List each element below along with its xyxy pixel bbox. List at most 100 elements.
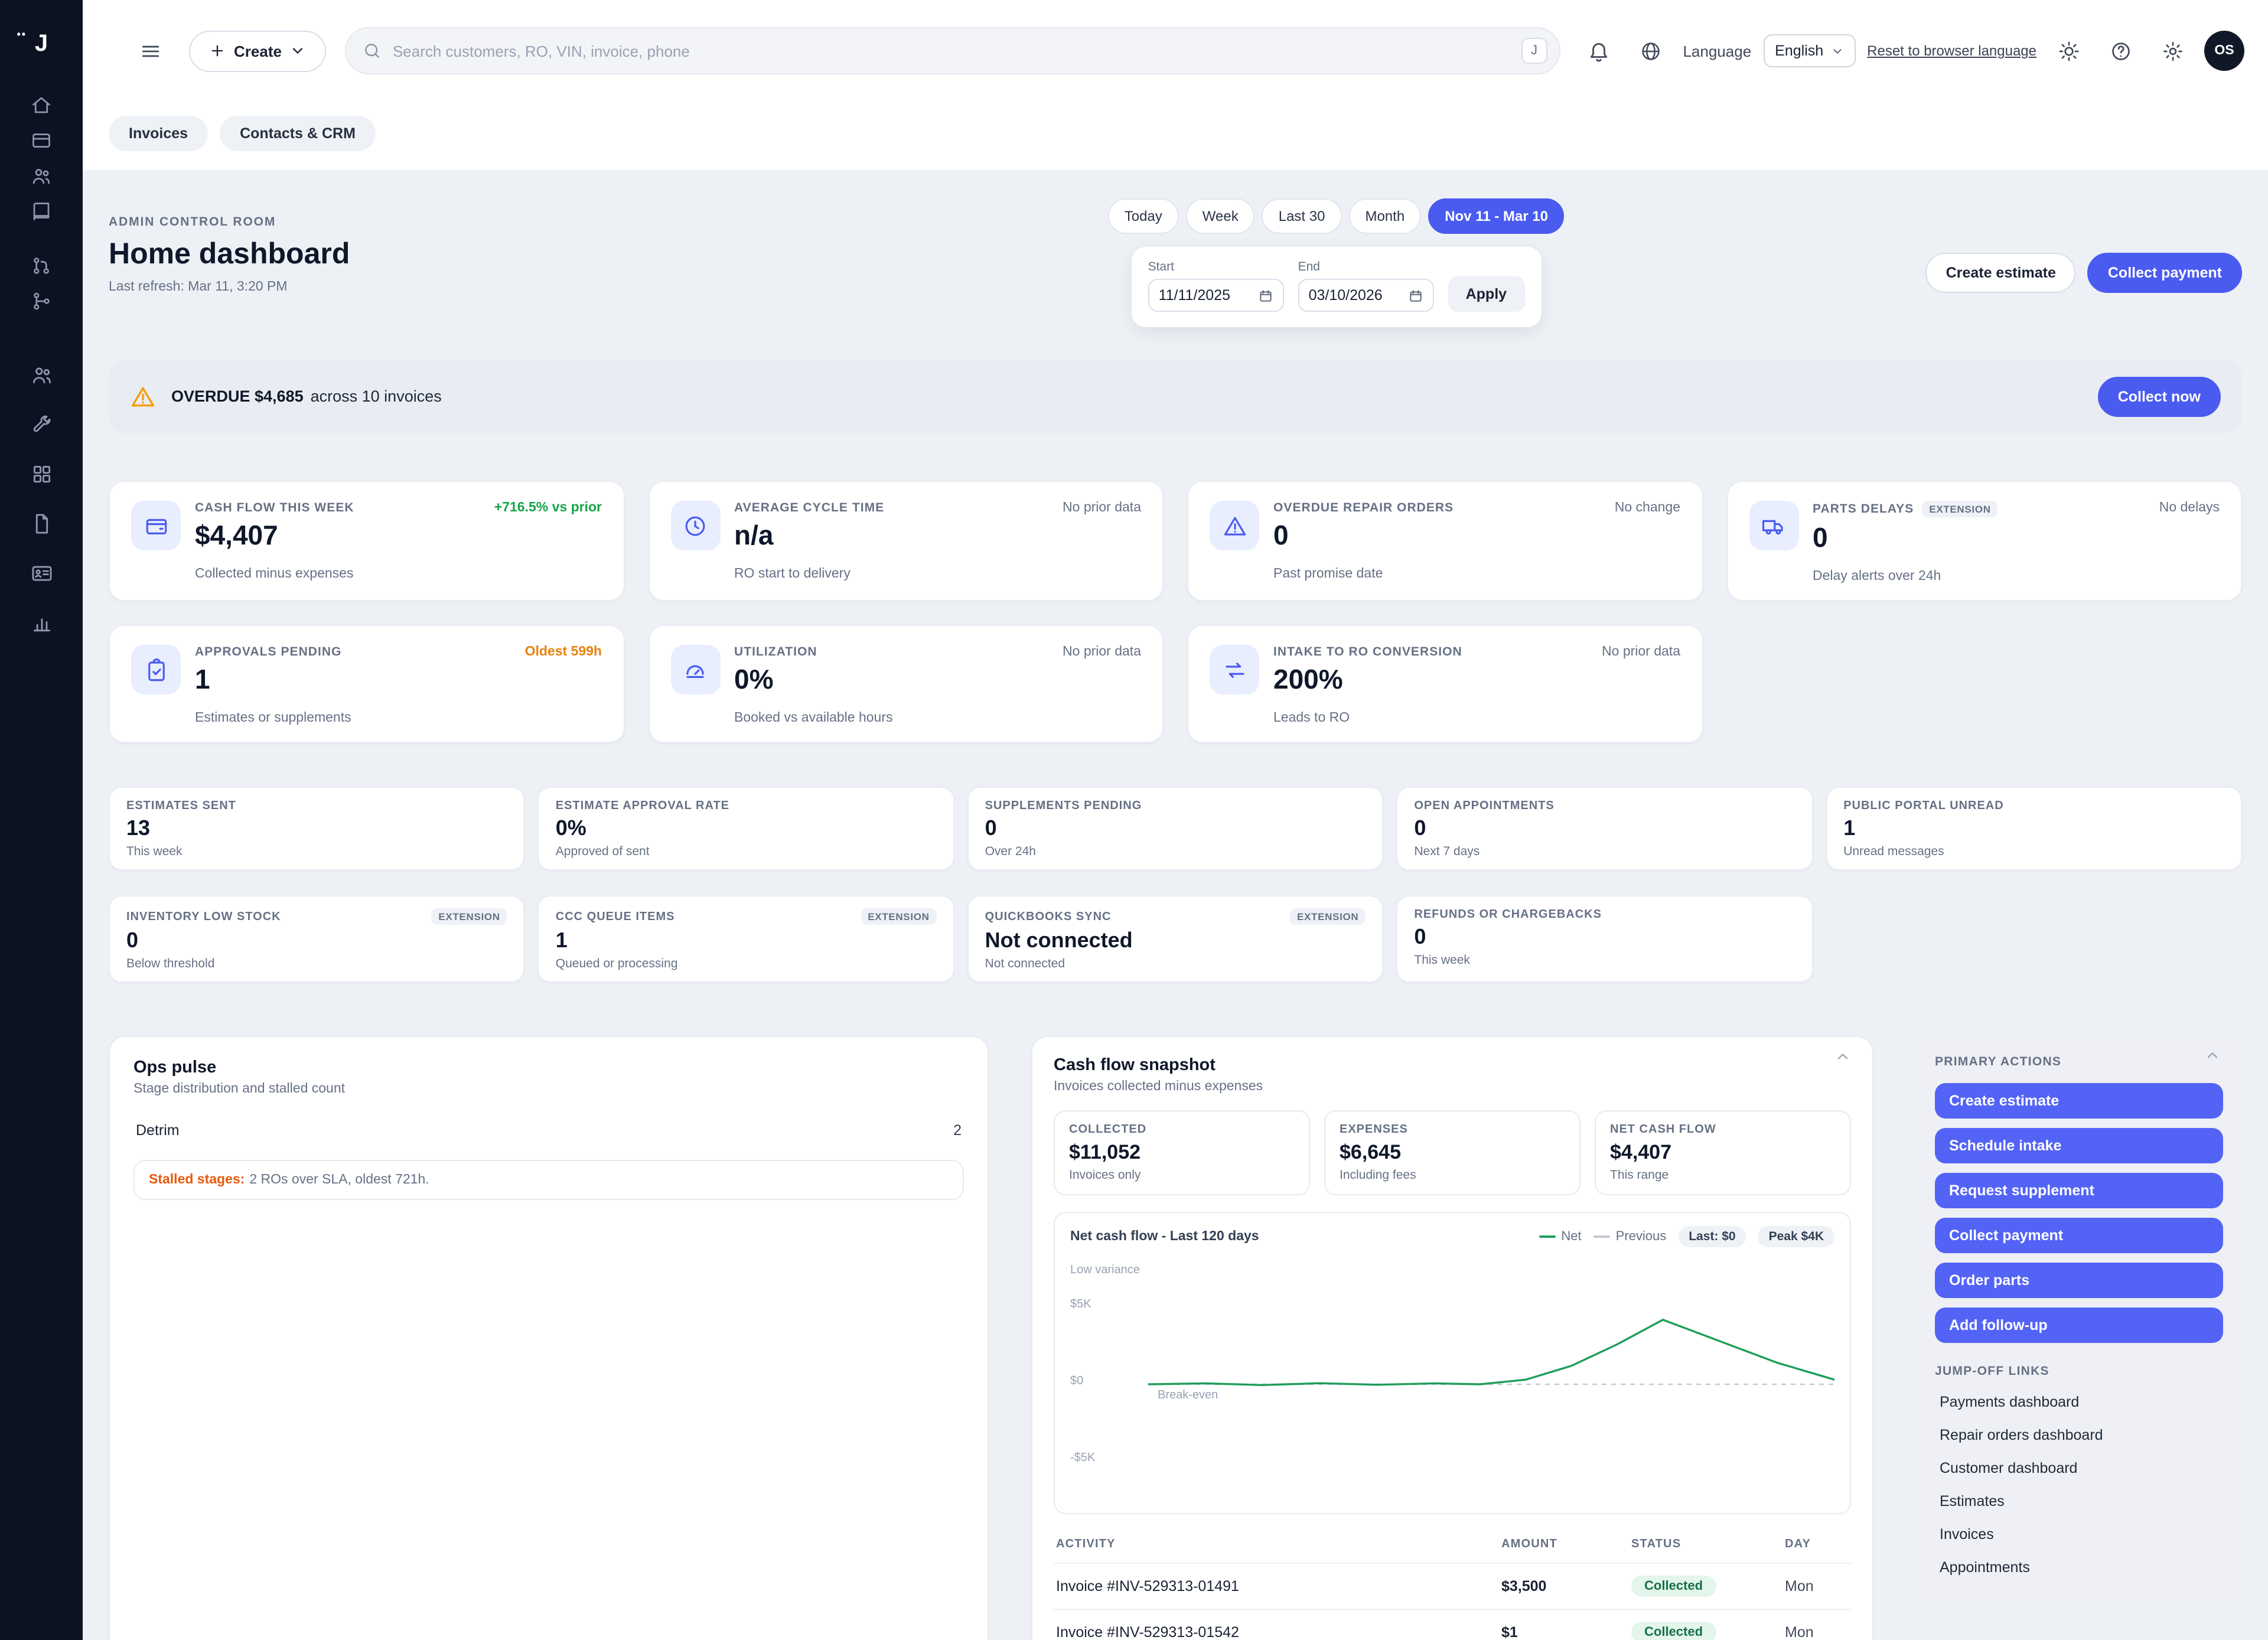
link-payments-dashboard[interactable]: Payments dashboard <box>1935 1385 2223 1419</box>
end-date-label: End <box>1298 260 1434 274</box>
hamburger-menu-button[interactable] <box>130 31 170 71</box>
col-activity: ACTIVITY <box>1056 1538 1501 1551</box>
kpi-label: INTAKE TO RO CONVERSION <box>1273 645 1462 659</box>
page-head-actions: Create estimate Collect payment <box>1926 253 2242 293</box>
net-cash-flow-chart-box: Net cash flow - Last 120 days Net Previo… <box>1054 1212 1851 1514</box>
tab-contacts-crm[interactable]: Contacts & CRM <box>220 116 376 151</box>
primary-actions-panel: PRIMARY ACTIONS Create estimate Schedule… <box>1916 1036 2242 1605</box>
sidebar-item-integrations[interactable] <box>19 449 64 498</box>
sidebar-item-supplements[interactable] <box>19 283 64 319</box>
stat-card-quickbooks-sync: QUICKBOOKS SYNCEXTENSION Not connected N… <box>967 895 1384 983</box>
link-invoices[interactable]: Invoices <box>1935 1518 2223 1551</box>
page-head-left: ADMIN CONTROL ROOM Home dashboard Last r… <box>109 215 747 294</box>
period-last30[interactable]: Last 30 <box>1262 198 1342 234</box>
hamburger-icon <box>139 40 161 62</box>
language-select[interactable]: English <box>1763 34 1855 67</box>
end-date-input-wrap[interactable] <box>1298 279 1434 312</box>
net-cash-flow-line-chart <box>1148 1261 1834 1502</box>
overdue-detail: across 10 invoices <box>311 387 442 405</box>
collapse-primary-actions-button[interactable] <box>2204 1048 2228 1071</box>
mini-stat-expenses: EXPENSES $6,645 Including fees <box>1324 1110 1581 1195</box>
notifications-button[interactable] <box>1579 31 1619 71</box>
stat-desc: This week <box>1414 953 1795 967</box>
reset-language-link[interactable]: Reset to browser language <box>1867 43 2036 59</box>
link-repair-orders-dashboard[interactable]: Repair orders dashboard <box>1935 1419 2223 1452</box>
cash-flow-card: Cash flow snapshot Invoices collected mi… <box>1031 1036 1873 1640</box>
link-customer-dashboard[interactable]: Customer dashboard <box>1935 1452 2223 1485</box>
stage-name: Detrim <box>136 1122 180 1139</box>
kpi-desc: Past promise date <box>1273 567 1680 581</box>
apply-button[interactable]: Apply <box>1448 276 1524 312</box>
amount-cell: $3,500 <box>1501 1578 1631 1595</box>
collect-now-button[interactable]: Collect now <box>2098 377 2221 417</box>
action-schedule-intake[interactable]: Schedule intake <box>1935 1128 2223 1163</box>
period-today[interactable]: Today <box>1108 198 1179 234</box>
collapse-cash-flow-button[interactable] <box>1834 1049 1858 1072</box>
blocks-icon <box>30 462 53 485</box>
create-button[interactable]: Create <box>189 30 327 71</box>
create-estimate-button[interactable]: Create estimate <box>1926 253 2076 293</box>
calendar-icon <box>1258 288 1273 303</box>
global-search[interactable]: J <box>346 27 1560 74</box>
sidebar-item-invoices[interactable] <box>19 123 64 158</box>
tab-invoices[interactable]: Invoices <box>109 116 208 151</box>
action-order-parts[interactable]: Order parts <box>1935 1263 2223 1298</box>
action-add-follow-up[interactable]: Add follow-up <box>1935 1308 2223 1343</box>
globe-icon <box>1640 40 1662 62</box>
stat-desc: Over 24h <box>985 845 1366 859</box>
sidebar-item-customers[interactable] <box>19 158 64 194</box>
sidebar-item-contacts[interactable] <box>19 350 64 399</box>
collect-payment-button[interactable]: Collect payment <box>2088 253 2242 293</box>
period-month[interactable]: Month <box>1348 198 1421 234</box>
kpi-value: 200% <box>1273 664 1588 696</box>
user-avatar[interactable]: OS <box>2204 31 2244 71</box>
sidebar-item-reports[interactable] <box>19 598 64 647</box>
start-date-input-wrap[interactable] <box>1148 279 1284 312</box>
theme-toggle-button[interactable] <box>2048 31 2088 71</box>
globe-button[interactable] <box>1631 31 1671 71</box>
action-request-supplement[interactable]: Request supplement <box>1935 1173 2223 1208</box>
sidebar-item-home[interactable] <box>19 87 64 123</box>
kpi-label: UTILIZATION <box>734 645 817 659</box>
sidebar-item-documents[interactable] <box>19 498 64 548</box>
period-custom-range[interactable]: Nov 11 - Mar 10 <box>1428 198 1565 234</box>
wallet-icon <box>131 501 181 550</box>
extension-badge: EXTENSION <box>1290 908 1366 925</box>
workspace-tabs: Invoices Contacts & CRM <box>83 102 2268 170</box>
settings-button[interactable] <box>2152 31 2192 71</box>
stat-card-inventory-low-stock: INVENTORY LOW STOCKEXTENSION 0 Below thr… <box>109 895 525 983</box>
plus-icon <box>209 43 226 59</box>
sidebar-item-tools[interactable] <box>19 399 64 449</box>
start-date-input[interactable] <box>1159 287 1251 304</box>
link-appointments[interactable]: Appointments <box>1935 1551 2223 1584</box>
help-button[interactable] <box>2100 31 2140 71</box>
kpi-label: AVERAGE CYCLE TIME <box>734 501 884 515</box>
wrench-icon <box>30 413 53 435</box>
stat-desc: Next 7 days <box>1414 845 1795 859</box>
mini-stat-label: NET CASH FLOW <box>1610 1123 1836 1136</box>
overdue-alert-banner: OVERDUE $4,685across 10 invoices Collect… <box>109 360 2242 433</box>
table-row[interactable]: Invoice #INV-529313-01542 $1 Collected M… <box>1054 1609 1851 1640</box>
amount-cell: $1 <box>1501 1624 1631 1640</box>
kpi-value: n/a <box>734 520 1048 552</box>
activity-table: ACTIVITY AMOUNT STATUS DAY Invoice #INV-… <box>1054 1533 1851 1640</box>
link-estimates[interactable]: Estimates <box>1935 1485 2223 1518</box>
sidebar-item-payments[interactable] <box>19 548 64 598</box>
action-collect-payment[interactable]: Collect payment <box>1935 1218 2223 1253</box>
action-create-estimate[interactable]: Create estimate <box>1935 1083 2223 1119</box>
app-logo[interactable]: J •• <box>35 0 48 87</box>
page-head: ADMIN CONTROL ROOM Home dashboard Last r… <box>109 215 2242 327</box>
status-badge: Collected <box>1631 1622 1716 1640</box>
table-row[interactable]: Invoice #INV-529313-01491 $3,500 Collect… <box>1054 1563 1851 1609</box>
sidebar-item-estimates[interactable] <box>19 248 64 283</box>
page-eyebrow: ADMIN CONTROL ROOM <box>109 215 747 229</box>
last-value-badge: Last: $0 <box>1678 1226 1746 1247</box>
sidebar-item-journal[interactable] <box>19 194 64 229</box>
kpi-note: +716.5% vs prior <box>494 501 602 515</box>
end-date-input[interactable] <box>1309 287 1401 304</box>
search-input[interactable] <box>393 42 1511 60</box>
sun-icon <box>2057 40 2080 62</box>
stat-label: REFUNDS OR CHARGEBACKS <box>1414 908 1602 921</box>
period-week[interactable]: Week <box>1186 198 1255 234</box>
sidebar: J •• <box>0 0 83 1640</box>
